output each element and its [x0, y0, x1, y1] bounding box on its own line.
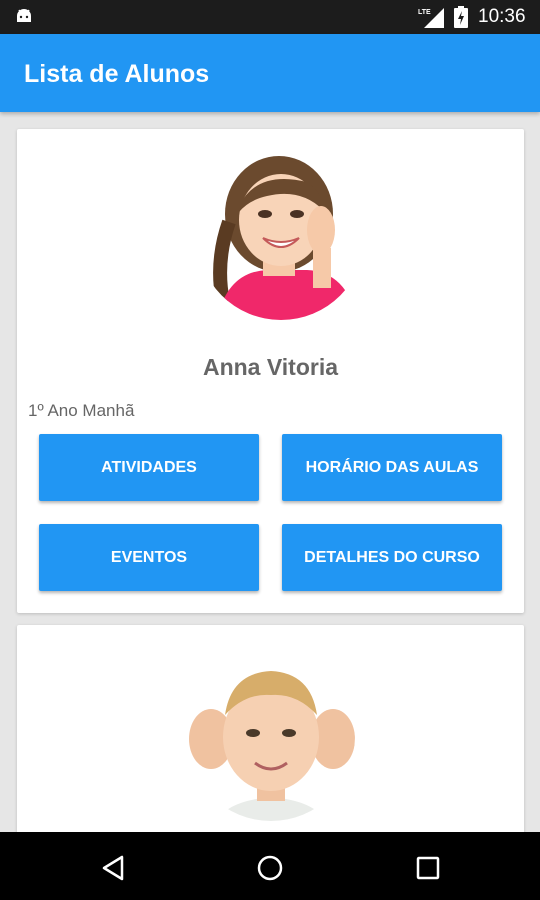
app-bar: Lista de Alunos — [0, 34, 540, 112]
course-details-button[interactable]: DETALHES DO CURSO — [282, 524, 502, 591]
student-card: Anna Vitoria 1º Ano Manhã ATIVIDADES HOR… — [17, 129, 524, 613]
android-icon — [17, 9, 31, 22]
class-schedule-button[interactable]: HORÁRIO DAS AULAS — [282, 434, 502, 501]
student-name: Anna Vitoria — [202, 354, 339, 380]
page-title: Lista de Alunos — [24, 60, 210, 88]
events-button[interactable]: EVENTOS — [39, 524, 259, 591]
status-time: 10:36 — [478, 6, 526, 27]
activities-button[interactable]: ATIVIDADES — [39, 434, 259, 501]
lte-signal-icon: LTE — [418, 8, 444, 28]
student-card — [17, 625, 524, 845]
student-avatar — [187, 653, 355, 821]
back-icon[interactable] — [100, 854, 126, 882]
student-class: 1º Ano Manhã — [28, 401, 135, 420]
status-bar: LTE 10:36 — [0, 0, 540, 34]
battery-icon — [454, 6, 468, 28]
home-icon[interactable] — [256, 854, 284, 882]
student-avatar — [197, 152, 365, 320]
svg-text:LTE: LTE — [418, 9, 431, 16]
navigation-bar — [0, 832, 540, 900]
recents-icon[interactable] — [415, 855, 441, 881]
